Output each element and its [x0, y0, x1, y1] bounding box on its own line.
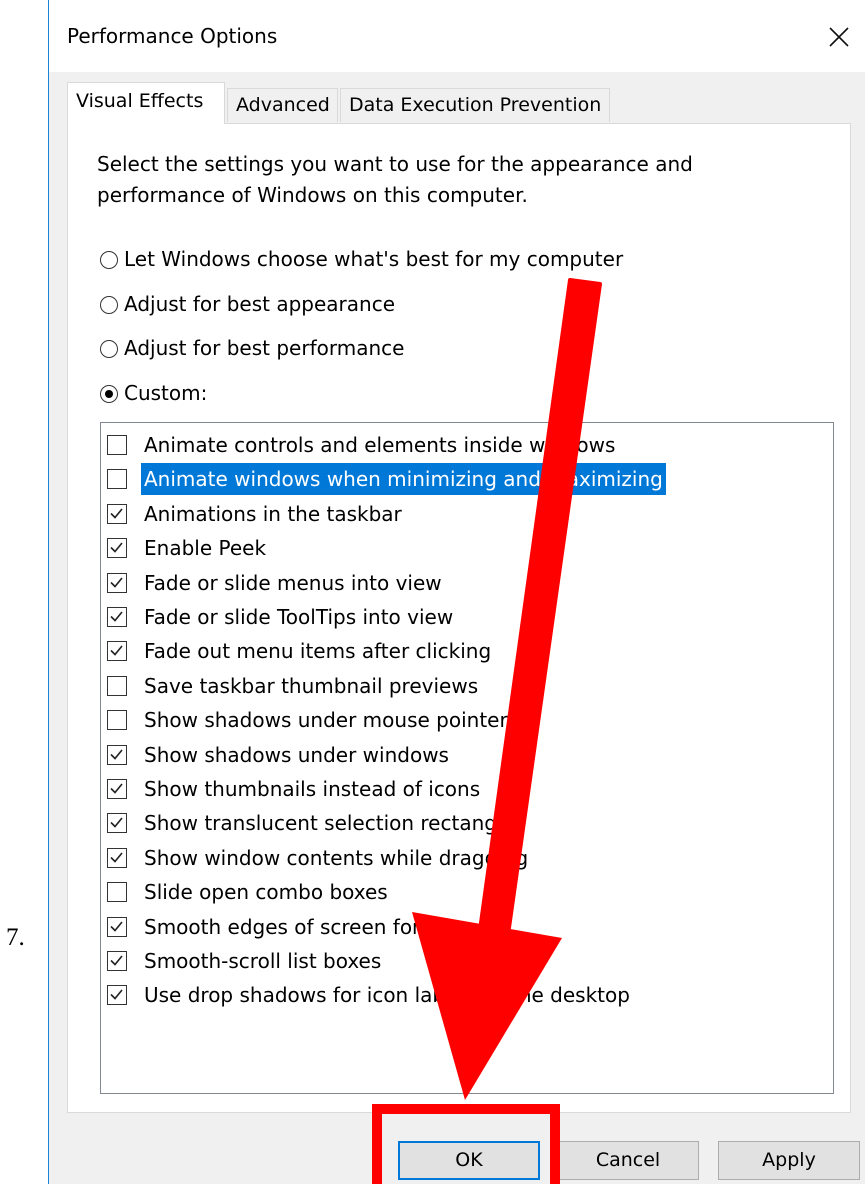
- list-item[interactable]: Animate controls and elements inside win…: [107, 429, 618, 463]
- list-item[interactable]: Show translucent selection rectangle: [107, 807, 518, 841]
- visual-effects-panel: Select the settings you want to use for …: [67, 123, 851, 1113]
- list-item-label: Smooth-scroll list boxes: [144, 949, 382, 973]
- checkbox-checked[interactable]: [107, 847, 127, 868]
- list-item-label: Fade out menu items after clicking: [144, 639, 492, 664]
- list-item[interactable]: Smooth-scroll list boxes: [107, 945, 384, 979]
- radio-label: Adjust for best appearance: [124, 292, 396, 316]
- list-item-label: Animate windows when minimizing and maxi…: [141, 463, 666, 496]
- list-item[interactable]: Show thumbnails instead of icons: [107, 773, 483, 807]
- checkbox-unchecked[interactable]: [107, 882, 127, 903]
- radio-label: Adjust for best performance: [124, 336, 405, 360]
- list-item[interactable]: Slide open combo boxes: [107, 876, 391, 910]
- step-number: 7.: [6, 924, 25, 951]
- close-icon[interactable]: [815, 14, 861, 60]
- window-title: Performance Options: [67, 24, 278, 48]
- radio-label: Custom:: [124, 381, 208, 405]
- radio-custom[interactable]: Custom:: [100, 379, 207, 407]
- radio-let-windows-choose[interactable]: Let Windows choose what's best for my co…: [100, 245, 623, 273]
- radio-button[interactable]: [100, 296, 118, 314]
- checkbox-checked[interactable]: [107, 985, 127, 1006]
- checkbox-checked[interactable]: [107, 916, 127, 937]
- checkbox-checked[interactable]: [107, 813, 127, 834]
- list-item-label: Show shadows under mouse pointer: [144, 708, 508, 733]
- list-item-label: Show window contents while dragging: [144, 845, 529, 870]
- list-item-label: Show translucent selection rectangle: [144, 811, 515, 836]
- list-item[interactable]: Enable Peek: [107, 532, 269, 566]
- list-item-label: Slide open combo boxes: [144, 880, 388, 905]
- list-item[interactable]: Show window contents while dragging: [107, 842, 531, 876]
- radio-label: Let Windows choose what's best for my co…: [124, 247, 624, 271]
- checkbox-unchecked[interactable]: [107, 710, 127, 731]
- list-item[interactable]: Animate windows when minimizing and maxi…: [107, 463, 666, 497]
- list-item[interactable]: Show shadows under windows: [107, 739, 452, 773]
- performance-options-dialog: Performance Options Visual Effects Advan…: [48, 0, 865, 1184]
- list-item[interactable]: Save taskbar thumbnail previews: [107, 670, 481, 704]
- list-item-label: Animate controls and elements inside win…: [144, 433, 616, 457]
- list-item-label: Show thumbnails instead of icons: [144, 777, 481, 801]
- list-item-label: Enable Peek: [144, 536, 267, 561]
- checkbox-checked[interactable]: [107, 951, 127, 971]
- description-text: Select the settings you want to use for …: [97, 152, 693, 207]
- checkbox-unchecked[interactable]: [107, 675, 127, 696]
- radio-button[interactable]: [100, 251, 118, 269]
- list-item-label: Animations in the taskbar: [144, 501, 402, 526]
- list-item[interactable]: Show shadows under mouse pointer: [107, 704, 511, 738]
- checkbox-checked[interactable]: [107, 572, 127, 593]
- checkbox-checked[interactable]: [107, 641, 127, 662]
- list-item[interactable]: Smooth edges of screen fonts: [107, 911, 446, 945]
- list-item[interactable]: Fade out menu items after clicking: [107, 635, 494, 669]
- radio-best-performance[interactable]: Adjust for best performance: [100, 334, 404, 362]
- list-item-label: Show shadows under windows: [144, 742, 449, 767]
- list-item-label: Fade or slide menus into view: [144, 570, 442, 595]
- checkbox-unchecked[interactable]: [107, 469, 127, 490]
- tab-data-execution-prevention[interactable]: Data Execution Prevention: [340, 88, 610, 122]
- radio-button[interactable]: [100, 340, 118, 358]
- effects-list[interactable]: Animate controls and elements inside win…: [100, 422, 834, 1094]
- list-item-label: Fade or slide ToolTips into view: [144, 605, 454, 629]
- apply-button[interactable]: Apply: [718, 1141, 860, 1180]
- list-item[interactable]: Use drop shadows for icon labels on the …: [107, 979, 633, 1013]
- radio-button-selected[interactable]: [100, 385, 118, 403]
- list-item-label: Use drop shadows for icon labels on the …: [144, 983, 630, 1008]
- ok-highlight-box: [372, 1104, 560, 1184]
- checkbox-checked[interactable]: [107, 503, 127, 524]
- checkbox-checked[interactable]: [107, 744, 127, 765]
- list-item-label: Smooth edges of screen fonts: [144, 914, 443, 939]
- checkbox-unchecked[interactable]: [107, 435, 127, 455]
- list-item[interactable]: Fade or slide menus into view: [107, 567, 445, 601]
- radio-best-appearance[interactable]: Adjust for best appearance: [100, 290, 395, 318]
- list-item[interactable]: Animations in the taskbar: [107, 498, 405, 532]
- checkbox-checked[interactable]: [107, 779, 127, 799]
- cancel-button[interactable]: Cancel: [557, 1141, 699, 1180]
- tab-visual-effects[interactable]: Visual Effects: [67, 82, 225, 124]
- list-item[interactable]: Fade or slide ToolTips into view: [107, 601, 456, 635]
- checkbox-checked[interactable]: [107, 538, 127, 559]
- tab-advanced[interactable]: Advanced: [227, 88, 338, 122]
- checkbox-checked[interactable]: [107, 607, 127, 627]
- title-bar: Performance Options: [49, 0, 865, 72]
- list-item-label: Save taskbar thumbnail previews: [144, 673, 479, 698]
